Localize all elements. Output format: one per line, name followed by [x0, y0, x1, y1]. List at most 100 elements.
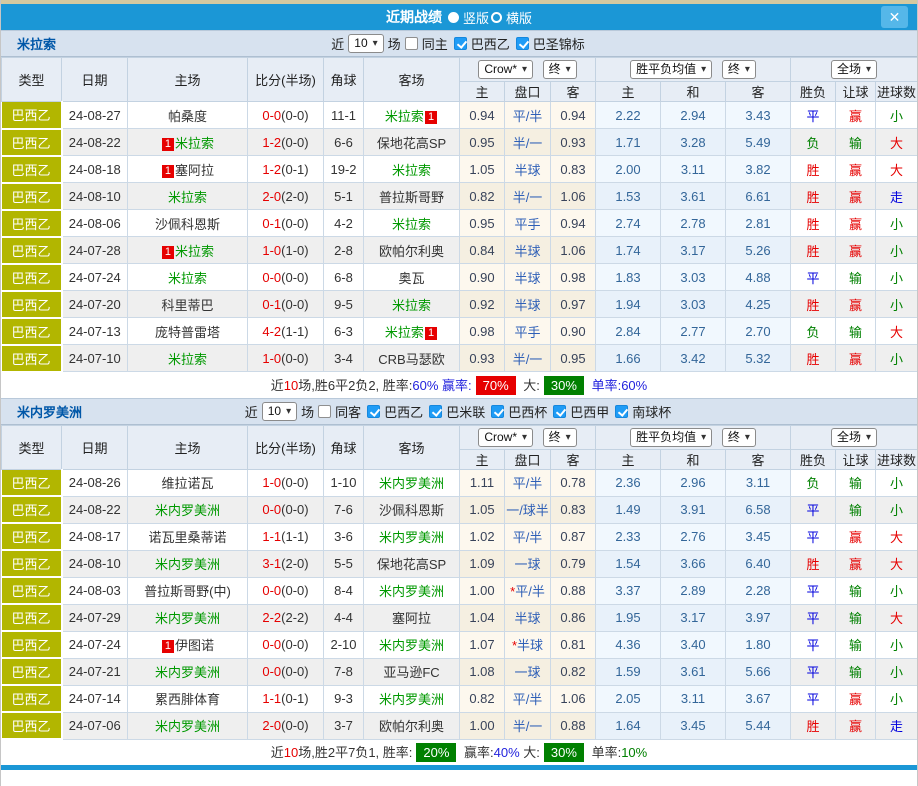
away-team-cell[interactable]: 欧帕尔利奥: [364, 712, 460, 739]
date-cell: 24-07-24: [62, 631, 128, 658]
same-venue-checkbox[interactable]: [405, 37, 418, 50]
league-checkbox-label: 巴圣锦标: [533, 34, 585, 53]
summary-segment: 30%: [544, 743, 584, 762]
close-icon[interactable]: ✕: [881, 6, 908, 28]
away-team-cell[interactable]: 保地花高SP: [364, 129, 460, 156]
home-team-cell[interactable]: 米内罗美洲: [128, 604, 248, 631]
home-team-cell[interactable]: 米内罗美洲: [128, 712, 248, 739]
home-team-cell[interactable]: 1米拉索: [128, 129, 248, 156]
home-team-cell[interactable]: 诺瓦里桑蒂诺: [128, 523, 248, 550]
goals-result-cell: 大: [876, 523, 918, 550]
match-count-select[interactable]: 10▾: [262, 402, 297, 421]
home-team-cell[interactable]: 1伊图诺: [128, 631, 248, 658]
home-team-cell[interactable]: 帕桑度: [128, 102, 248, 129]
match-count-select[interactable]: 10▾: [348, 34, 383, 53]
horizontal-layout-label: 横版: [506, 8, 532, 27]
final-odds-select[interactable]: 终▾: [543, 60, 577, 79]
mean-home-cell: 1.54: [596, 550, 661, 577]
home-team-cell[interactable]: 普拉斯哥野(中): [128, 577, 248, 604]
league-checkbox[interactable]: [553, 405, 566, 418]
fulltime-score: 0-1: [262, 297, 281, 312]
away-team-cell[interactable]: 欧帕尔利奥: [364, 237, 460, 264]
halftime-score: (0-1): [281, 691, 308, 706]
score-cell: 3-1(2-0): [248, 550, 324, 577]
home-team-cell[interactable]: 累西腓体育: [128, 685, 248, 712]
handicap-result-cell: 输: [836, 469, 876, 496]
handicap-cell: 半/一: [505, 345, 551, 372]
away-team-cell[interactable]: 普拉斯哥野: [364, 183, 460, 210]
summary-segment: 60%: [412, 378, 438, 393]
home-team-cell[interactable]: 米拉索: [128, 264, 248, 291]
handicap-result-cell: 输: [836, 604, 876, 631]
halftime-score: (2-0): [281, 556, 308, 571]
home-team-cell[interactable]: 沙佩科恩斯: [128, 210, 248, 237]
league-checkbox[interactable]: [516, 37, 529, 50]
home-team-cell[interactable]: 米拉索: [128, 345, 248, 372]
odds-home-cell: 1.07: [460, 631, 505, 658]
odds-home-cell: 1.00: [460, 712, 505, 739]
handicap-result-cell: 赢: [836, 291, 876, 318]
final-mean-select[interactable]: 终▾: [722, 428, 756, 447]
goals-result-cell: 小: [876, 210, 918, 237]
league-checkbox[interactable]: [491, 405, 504, 418]
team-name: 米内罗美洲: [155, 665, 220, 680]
away-team-cell[interactable]: 亚马逊FC: [364, 658, 460, 685]
away-team-cell[interactable]: 米内罗美洲: [364, 685, 460, 712]
home-team-cell[interactable]: 米内罗美洲: [128, 550, 248, 577]
mean-draw-cell: 2.89: [661, 577, 726, 604]
away-team-cell[interactable]: 米拉索1: [364, 318, 460, 345]
league-checkbox[interactable]: [615, 405, 628, 418]
league-checkbox[interactable]: [454, 37, 467, 50]
home-team-cell[interactable]: 米内罗美洲: [128, 658, 248, 685]
away-team-cell[interactable]: 米拉索: [364, 210, 460, 237]
mean-odds-select[interactable]: 胜平负均值▾: [630, 60, 712, 79]
home-team-cell[interactable]: 米拉索: [128, 183, 248, 210]
team-name: 米拉索: [168, 352, 207, 367]
odds-away-cell: 0.86: [551, 604, 596, 631]
mean-draw-cell: 3.61: [661, 183, 726, 210]
league-cell: 巴西乙: [2, 129, 62, 156]
bookmaker-select[interactable]: Crow*▾: [478, 428, 533, 447]
same-venue-checkbox[interactable]: [318, 405, 331, 418]
horizontal-layout-radio[interactable]: [491, 12, 502, 23]
away-team-cell[interactable]: 米拉索: [364, 156, 460, 183]
match-row: 巴西乙24-07-281米拉索1-0(1-0)2-8欧帕尔利奥0.84半球1.0…: [2, 237, 918, 264]
home-team-cell[interactable]: 庞特普雷塔: [128, 318, 248, 345]
home-team-cell[interactable]: 米内罗美洲: [128, 496, 248, 523]
league-checkbox[interactable]: [367, 405, 380, 418]
home-team-cell[interactable]: 1塞阿拉: [128, 156, 248, 183]
home-team-cell[interactable]: 维拉诺瓦: [128, 469, 248, 496]
final-odds-select[interactable]: 终▾: [543, 428, 577, 447]
home-team-cell[interactable]: 1米拉索: [128, 237, 248, 264]
away-team-cell[interactable]: 米内罗美洲: [364, 469, 460, 496]
home-team-cell[interactable]: 科里蒂巴: [128, 291, 248, 318]
team-name: 米内罗美洲: [155, 611, 220, 626]
handicap-result-cell: 赢: [836, 685, 876, 712]
vertical-layout-radio[interactable]: [448, 12, 459, 23]
odds-home-cell: 1.11: [460, 469, 505, 496]
league-checkbox[interactable]: [429, 405, 442, 418]
away-team-cell[interactable]: CRB马瑟欧: [364, 345, 460, 372]
team-title[interactable]: 米拉索: [17, 34, 56, 53]
away-team-cell[interactable]: 奥瓦: [364, 264, 460, 291]
scope-select[interactable]: 全场▾: [831, 60, 877, 79]
summary-segment: 10: [284, 378, 298, 393]
away-team-cell[interactable]: 米内罗美洲: [364, 523, 460, 550]
away-team-cell[interactable]: 保地花高SP: [364, 550, 460, 577]
mean-odds-select[interactable]: 胜平负均值▾: [630, 428, 712, 447]
bookmaker-select[interactable]: Crow*▾: [478, 60, 533, 79]
team-title[interactable]: 米内罗美洲: [17, 402, 82, 421]
handicap-cell: 平/半: [505, 469, 551, 496]
handicap-result-cell: 输: [836, 264, 876, 291]
away-team-cell[interactable]: 沙佩科恩斯: [364, 496, 460, 523]
away-team-cell[interactable]: 米内罗美洲: [364, 631, 460, 658]
odds-home-cell: 0.90: [460, 264, 505, 291]
away-team-cell[interactable]: 米内罗美洲: [364, 577, 460, 604]
away-team-cell[interactable]: 米拉索1: [364, 102, 460, 129]
away-team-cell[interactable]: 塞阿拉: [364, 604, 460, 631]
team-name: 米拉索: [385, 325, 424, 340]
table-header: 类型 日期 主场 比分(半场) 角球 客场 Crow*▾ 终▾ 胜平负均值▾ 终…: [2, 425, 918, 469]
away-team-cell[interactable]: 米拉索: [364, 291, 460, 318]
scope-select[interactable]: 全场▾: [831, 428, 877, 447]
final-mean-select[interactable]: 终▾: [722, 60, 756, 79]
